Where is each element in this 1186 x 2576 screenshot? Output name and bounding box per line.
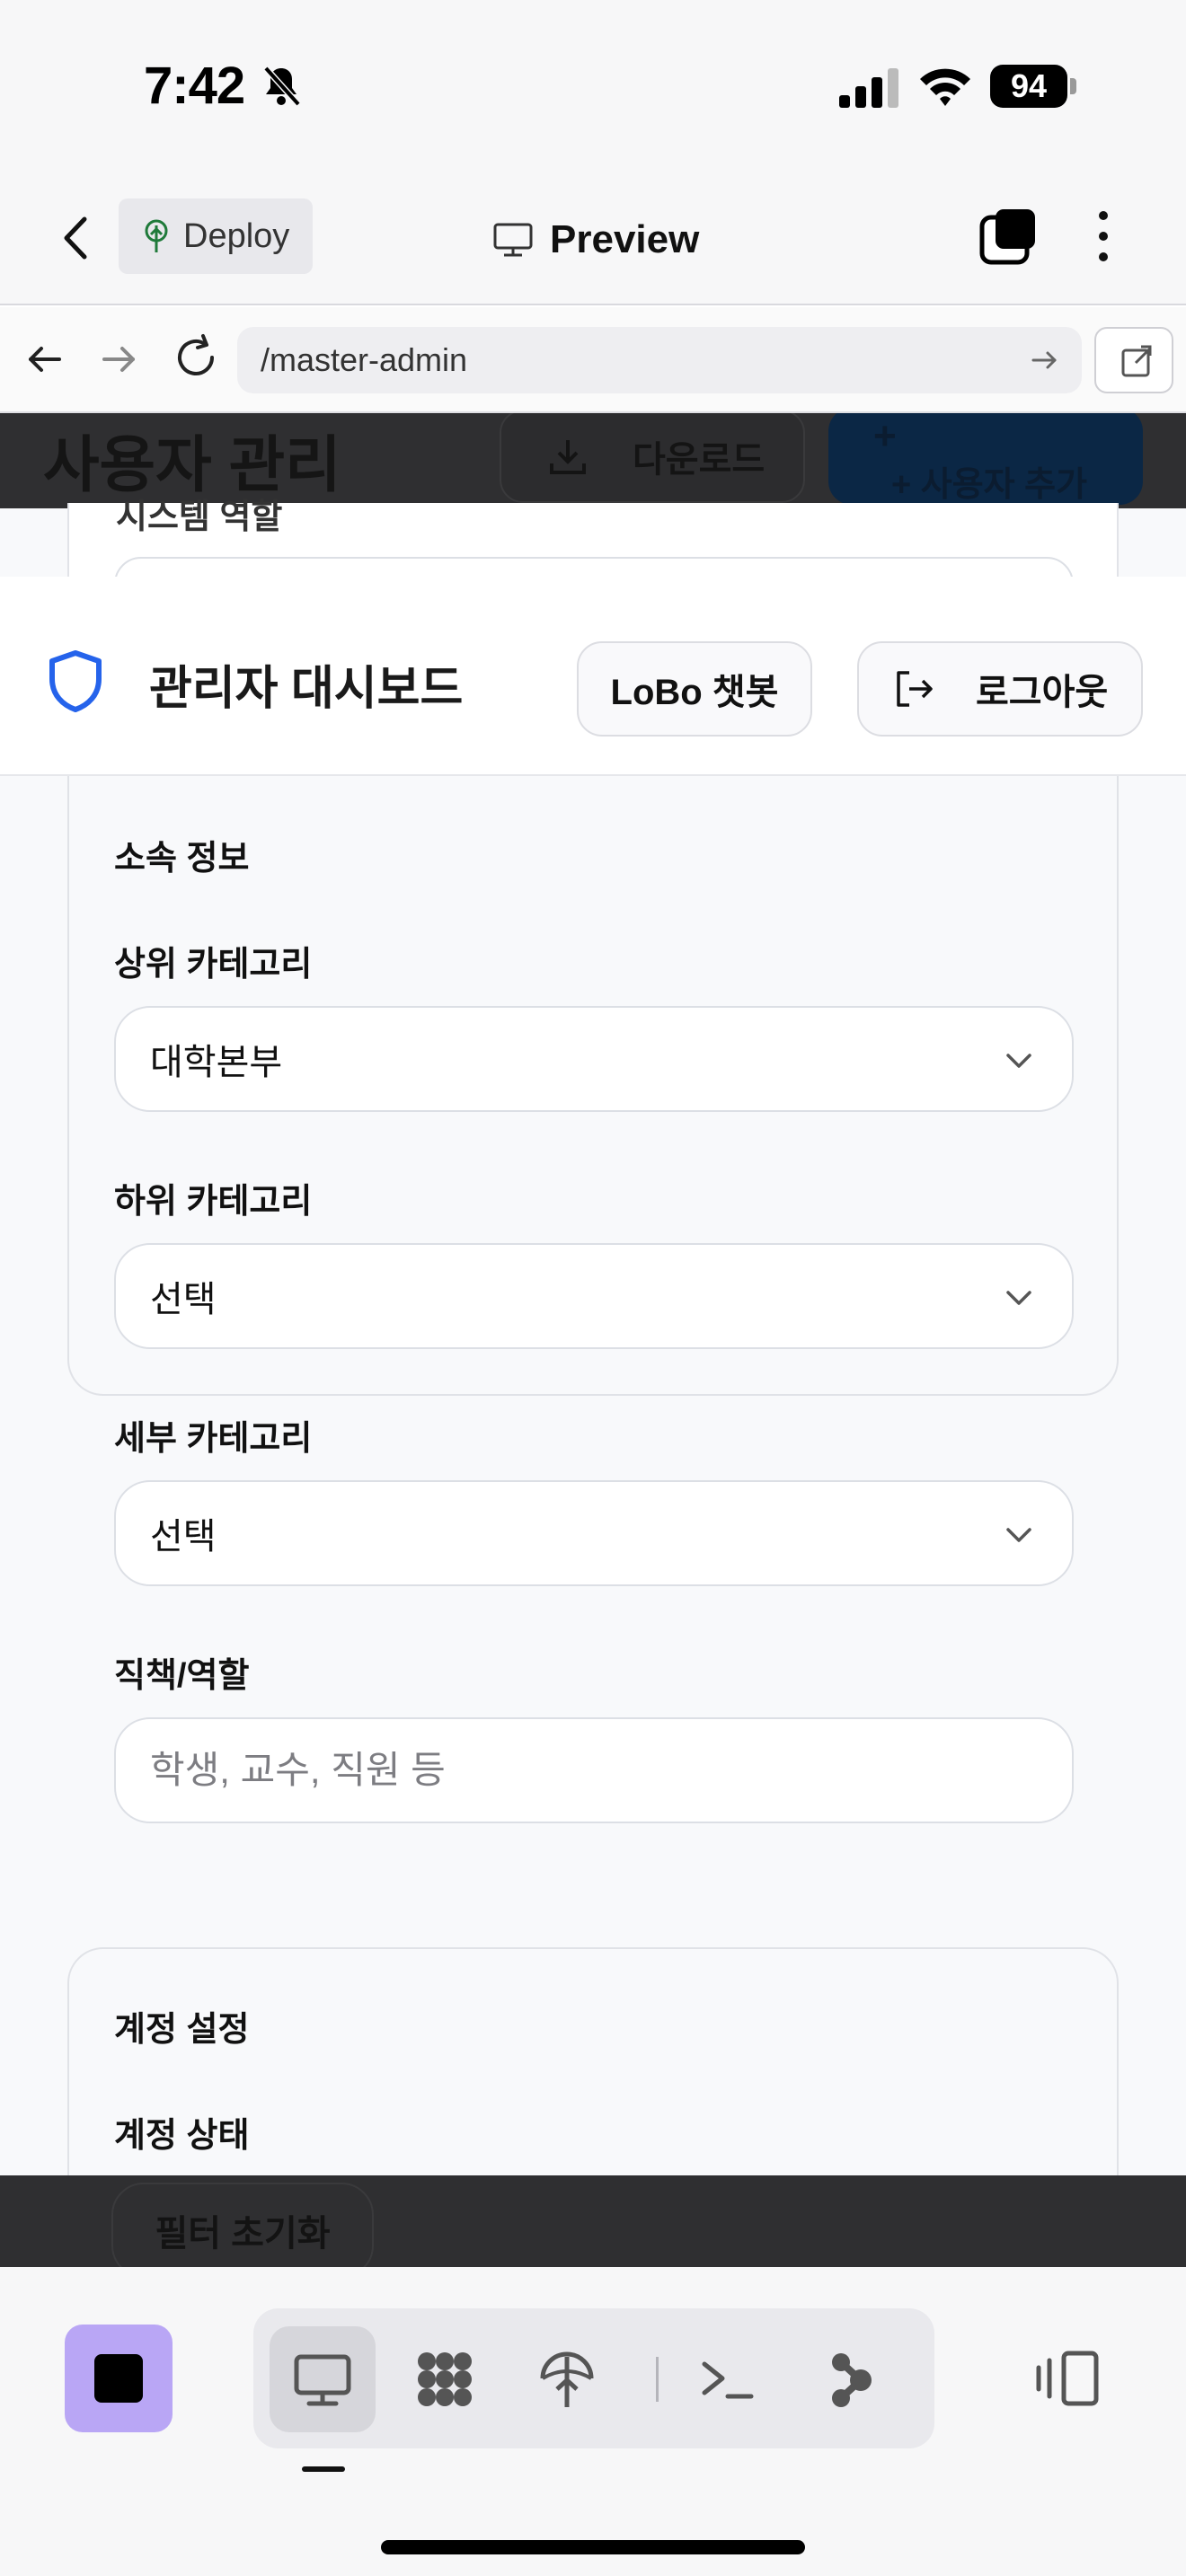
- toolbar-divider: [656, 2357, 659, 2402]
- deploy-button[interactable]: Deploy: [119, 198, 313, 274]
- sub-category-select[interactable]: 선택: [114, 1243, 1074, 1349]
- workspace-tool-button[interactable]: [392, 2326, 498, 2432]
- more-options-icon[interactable]: [1085, 205, 1121, 268]
- preview-label: Preview: [550, 217, 700, 261]
- download-icon: [550, 440, 586, 474]
- preview-tool-button[interactable]: [270, 2326, 376, 2432]
- logout-button[interactable]: 로그아웃: [857, 641, 1143, 737]
- chatbot-label: LoBo 챗봇: [610, 673, 779, 712]
- detail-category-value: 선택: [150, 1517, 217, 1557]
- bell-off-icon: [263, 66, 301, 107]
- agent-tool-button[interactable]: [796, 2326, 902, 2432]
- url-text: /master-admin: [261, 341, 468, 378]
- back-chevron-icon[interactable]: [50, 207, 104, 269]
- battery-level: 94: [990, 65, 1067, 108]
- add-user-label: + 사용자 추가: [891, 466, 1088, 504]
- url-field[interactable]: /master-admin: [237, 327, 1082, 393]
- chevron-down-icon: [1006, 1528, 1031, 1542]
- shield-icon: [49, 650, 102, 712]
- sub-category-value: 선택: [150, 1280, 217, 1319]
- top-category-label: 상위 카테고리: [114, 946, 313, 984]
- chevron-down-icon: [1006, 1291, 1031, 1305]
- download-button[interactable]: 다운로드: [500, 413, 805, 503]
- dashboard-title: 관리자 대시보드: [149, 663, 464, 715]
- dashboard-header: 관리자 대시보드 LoBo 챗봇 로그아웃: [0, 577, 1186, 776]
- detail-category-label: 세부 카테고리: [114, 1420, 313, 1458]
- stop-button[interactable]: [65, 2325, 173, 2432]
- signal-icon: [839, 68, 898, 108]
- top-category-select[interactable]: 대학본부: [114, 1006, 1074, 1112]
- status-bar: 7:42 94: [0, 0, 1186, 171]
- download-label: 다운로드: [633, 440, 766, 480]
- stop-icon: [94, 2354, 143, 2403]
- position-input[interactable]: [114, 1717, 1074, 1823]
- monitor-icon: [294, 2354, 351, 2406]
- add-user-plus: +: [873, 414, 897, 458]
- terminal-icon: [702, 2361, 754, 2399]
- app-bar: Deploy Preview: [0, 171, 1186, 305]
- add-user-button[interactable]: + + 사용자 추가: [828, 413, 1143, 505]
- chevron-down-icon: [1006, 1054, 1031, 1068]
- arrow-right-icon[interactable]: [93, 334, 144, 384]
- monitor-icon: [493, 223, 533, 257]
- reset-filter-label: 필터 초기화: [155, 2214, 331, 2254]
- deploy-tool-button[interactable]: [514, 2326, 620, 2432]
- filter-bar-overlay: 필터 초기화: [0, 2175, 1186, 2267]
- reload-icon[interactable]: [169, 331, 223, 384]
- bottom-toolbar: [0, 2267, 1186, 2576]
- browser-url-bar: /master-admin: [0, 307, 1186, 413]
- top-category-value: 대학본부: [150, 1043, 283, 1082]
- affiliation-card: 소속 정보 상위 카테고리 대학본부 하위 카테고리 선택 세부 카테고리 선택…: [67, 776, 1119, 1823]
- deploy-icon: [540, 2351, 594, 2407]
- active-tab-indicator: [302, 2466, 345, 2472]
- agent-icon: [832, 2353, 872, 2407]
- arrow-left-icon[interactable]: [20, 334, 70, 384]
- shell-tool-button[interactable]: [674, 2326, 780, 2432]
- grid-blob-icon: [418, 2352, 472, 2406]
- home-indicator: [381, 2540, 805, 2554]
- device-layout-icon[interactable]: [1033, 2348, 1102, 2411]
- deploy-icon: [145, 219, 168, 252]
- preview-title: Preview: [492, 208, 699, 271]
- open-external-button[interactable]: [1094, 327, 1173, 393]
- logout-icon: [897, 671, 933, 707]
- external-link-icon: [1121, 345, 1152, 377]
- status-time: 7:42: [144, 57, 245, 115]
- battery-icon: 94: [990, 65, 1076, 108]
- position-label: 직책/역할: [114, 1657, 250, 1695]
- web-content: 사용자 관리 다운로드 + + 사용자 추가 시스템 역할 관리자 대시보드 L…: [0, 413, 1186, 2267]
- go-arrow-icon[interactable]: [1030, 345, 1060, 375]
- logout-label: 로그아웃: [976, 673, 1109, 712]
- wifi-icon: [920, 68, 970, 106]
- account-status-label: 계정 상태: [114, 2117, 250, 2155]
- tool-group: [253, 2308, 934, 2448]
- account-title: 계정 설정: [114, 2011, 250, 2049]
- system-role-label: 시스템 역할: [116, 498, 283, 536]
- tabs-icon[interactable]: [979, 207, 1039, 266]
- deploy-label: Deploy: [183, 216, 290, 255]
- detail-category-select[interactable]: 선택: [114, 1480, 1074, 1586]
- chatbot-button[interactable]: LoBo 챗봇: [577, 641, 812, 737]
- affiliation-title: 소속 정보: [114, 840, 250, 878]
- reset-filter-button[interactable]: 필터 초기화: [111, 2183, 374, 2267]
- sub-category-label: 하위 카테고리: [114, 1183, 313, 1221]
